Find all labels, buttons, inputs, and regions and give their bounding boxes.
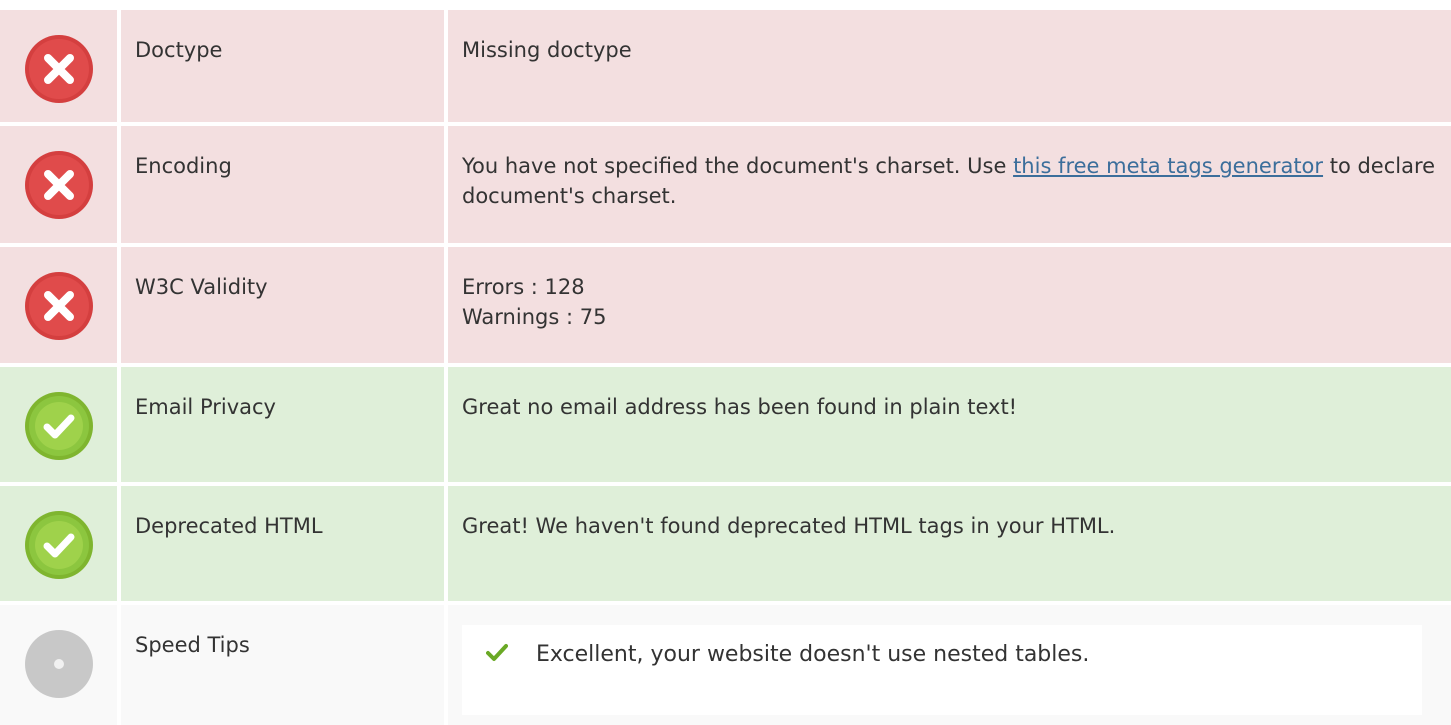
status-cell — [0, 126, 117, 243]
row-label: Speed Tips — [121, 605, 444, 725]
report-row-encoding: Encoding You have not specified the docu… — [0, 126, 1451, 243]
status-cell — [0, 486, 117, 601]
report-row-w3c-validity: W3C Validity Errors : 128 Warnings : 75 — [0, 247, 1451, 363]
error-x-icon — [24, 34, 94, 104]
neutral-circle-icon — [24, 629, 94, 699]
row-value: Great! We haven't found deprecated HTML … — [448, 486, 1451, 601]
check-circle-icon — [24, 510, 94, 580]
status-cell — [0, 10, 117, 122]
row-value: Excellent, your website doesn't use nest… — [448, 605, 1451, 725]
status-cell — [0, 367, 117, 482]
warnings-count: Warnings : 75 — [462, 305, 607, 329]
status-cell — [0, 247, 117, 363]
row-value: Great no email address has been found in… — [448, 367, 1451, 482]
report-row-deprecated-html: Deprecated HTML Great! We haven't found … — [0, 486, 1451, 601]
row-label: Doctype — [121, 10, 444, 122]
row-label: Deprecated HTML — [121, 486, 444, 601]
error-x-icon — [24, 150, 94, 220]
error-x-icon — [24, 271, 94, 341]
value-text-before: You have not specified the document's ch… — [462, 154, 1014, 178]
speed-tip-text: Excellent, your website doesn't use nest… — [536, 642, 1090, 667]
report-row-speed-tips: Speed Tips Excellent, your website doesn… — [0, 605, 1451, 725]
meta-tags-generator-link[interactable]: this free meta tags generator — [1013, 154, 1323, 178]
errors-count: Errors : 128 — [462, 275, 585, 299]
speed-tip-item: Excellent, your website doesn't use nest… — [462, 625, 1422, 715]
seo-report-table: Doctype Missing doctype Encoding You hav… — [0, 0, 1451, 725]
row-value: Errors : 128 Warnings : 75 — [448, 247, 1451, 363]
report-row-doctype: Doctype Missing doctype — [0, 10, 1451, 122]
row-label: Email Privacy — [121, 367, 444, 482]
green-check-icon — [486, 644, 508, 661]
row-label: Encoding — [121, 126, 444, 243]
check-circle-icon — [24, 391, 94, 461]
row-value: You have not specified the document's ch… — [448, 126, 1451, 243]
report-row-email-privacy: Email Privacy Great no email address has… — [0, 367, 1451, 482]
row-label: W3C Validity — [121, 247, 444, 363]
status-cell — [0, 605, 117, 725]
row-value: Missing doctype — [448, 10, 1451, 122]
